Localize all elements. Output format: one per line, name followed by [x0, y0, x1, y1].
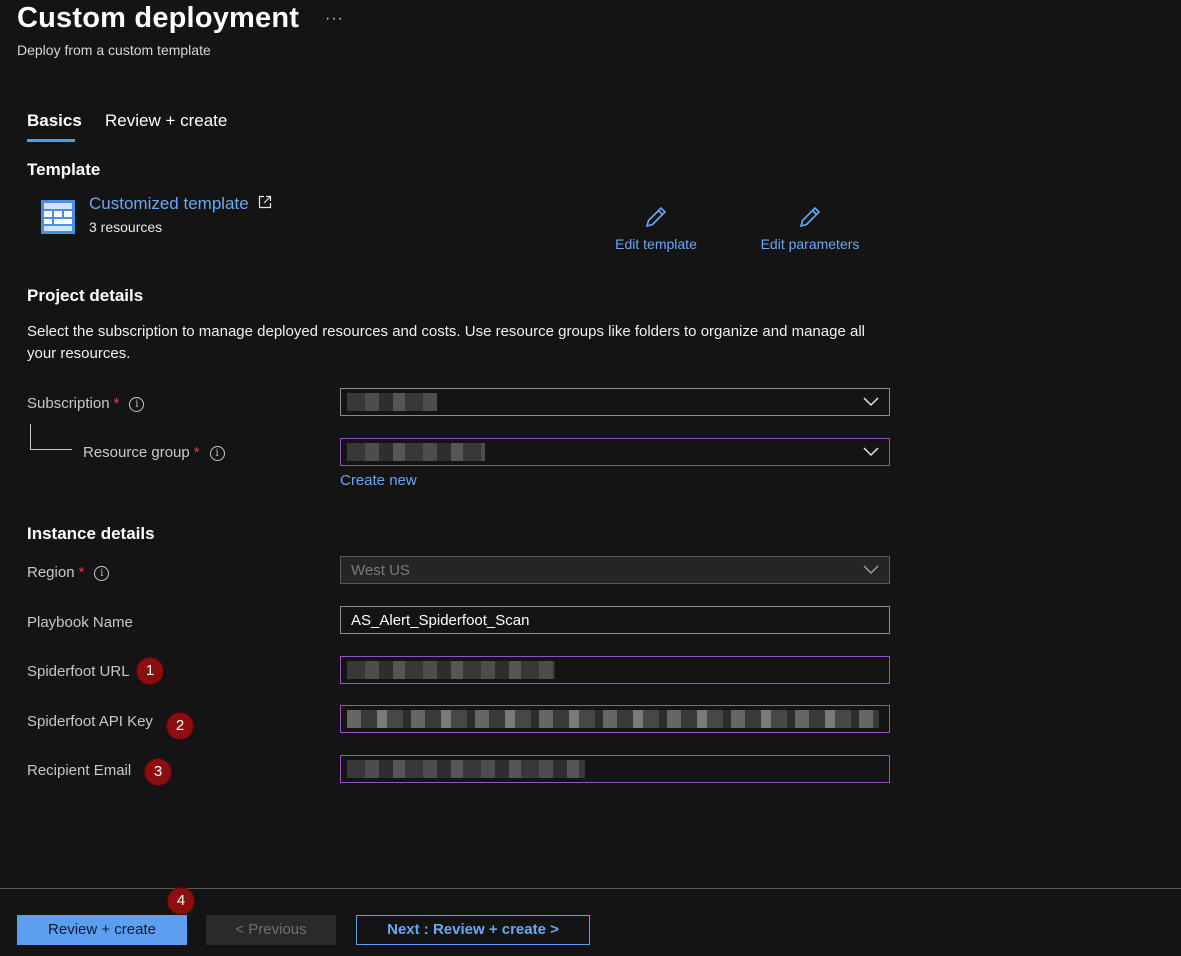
callout-badge-4: 4 — [168, 888, 194, 914]
tree-connector — [30, 449, 72, 450]
spiderfoot-api-key-input[interactable] — [340, 705, 890, 733]
chevron-down-icon — [863, 397, 879, 407]
more-options-button[interactable]: ··· — [325, 10, 344, 28]
resource-group-label: Resource group * i — [83, 444, 225, 461]
edit-parameters-label: Edit parameters — [760, 236, 860, 252]
callout-badge-2: 2 — [167, 713, 193, 739]
active-tab-indicator — [27, 139, 75, 142]
playbook-name-value: AS_Alert_Spiderfoot_Scan — [351, 612, 530, 629]
info-icon[interactable]: i — [209, 446, 225, 461]
resource-group-dropdown[interactable] — [340, 438, 890, 466]
required-asterisk: * — [78, 564, 85, 581]
spiderfoot-url-label: Spiderfoot URL — [27, 663, 130, 680]
spiderfoot-url-input[interactable] — [340, 656, 890, 684]
redacted-value — [347, 710, 879, 728]
previous-button[interactable]: < Previous — [206, 915, 336, 945]
required-asterisk: * — [193, 444, 200, 461]
template-icon — [41, 200, 75, 234]
required-asterisk: * — [113, 395, 120, 412]
redacted-value — [347, 661, 555, 679]
redacted-value — [347, 443, 485, 461]
playbook-name-label: Playbook Name — [27, 614, 133, 631]
subscription-dropdown[interactable] — [340, 388, 890, 416]
instance-details-heading: Instance details — [27, 524, 155, 543]
info-icon[interactable]: i — [94, 566, 110, 581]
pencil-icon — [799, 206, 821, 228]
info-icon[interactable]: i — [129, 397, 145, 412]
chevron-down-icon — [863, 565, 879, 575]
region-label: Region * i — [27, 564, 110, 581]
edit-parameters-button[interactable]: Edit parameters — [750, 204, 870, 252]
recipient-email-label: Recipient Email — [27, 762, 132, 779]
page-title: Custom deployment — [17, 2, 300, 34]
region-value: West US — [351, 562, 410, 579]
edit-template-button[interactable]: Edit template — [606, 204, 706, 252]
spiderfoot-api-key-label: Spiderfoot API Key — [27, 713, 153, 730]
callout-badge-1: 1 — [137, 658, 163, 684]
edit-template-label: Edit template — [615, 236, 697, 252]
redacted-value — [347, 760, 585, 778]
chevron-down-icon — [863, 447, 879, 457]
playbook-name-input[interactable]: AS_Alert_Spiderfoot_Scan — [340, 606, 890, 634]
review-create-button[interactable]: Review + create — [17, 915, 187, 945]
external-link-icon[interactable] — [258, 195, 272, 209]
tab-review-create[interactable]: Review + create — [105, 111, 227, 131]
template-heading: Template — [27, 160, 101, 179]
region-dropdown[interactable]: West US — [340, 556, 890, 584]
create-new-link[interactable]: Create new — [340, 472, 417, 489]
customized-template-link[interactable]: Customized template — [89, 194, 249, 214]
tab-basics[interactable]: Basics — [27, 111, 82, 131]
tree-connector — [30, 424, 31, 450]
page-subtitle: Deploy from a custom template — [17, 42, 211, 58]
project-details-description: Select the subscription to manage deploy… — [27, 323, 865, 362]
pencil-icon — [645, 206, 667, 228]
template-resource-count: 3 resources — [89, 219, 163, 235]
subscription-label: Subscription * i — [27, 395, 145, 412]
recipient-email-input[interactable] — [340, 755, 890, 783]
next-review-create-button[interactable]: Next : Review + create > — [356, 915, 590, 945]
redacted-value — [347, 393, 437, 411]
project-details-heading: Project details — [27, 286, 144, 305]
callout-badge-3: 3 — [145, 759, 171, 785]
